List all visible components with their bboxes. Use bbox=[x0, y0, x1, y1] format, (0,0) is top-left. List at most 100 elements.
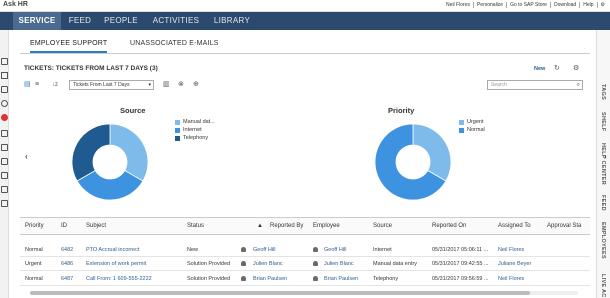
left-toolbar bbox=[0, 30, 9, 298]
tab-employee-support[interactable]: EMPLOYEE SUPPORT bbox=[30, 40, 108, 53]
legend-swatch bbox=[459, 127, 464, 133]
chart-prev-arrow[interactable]: ‹ bbox=[25, 152, 28, 161]
cell-status: Solution Provided bbox=[187, 276, 231, 282]
cell-assigned-to[interactable]: Neil Flores bbox=[498, 276, 524, 282]
donut-slice-urgent[interactable] bbox=[412, 123, 452, 182]
list-icon[interactable] bbox=[1, 130, 8, 137]
person-icon bbox=[313, 261, 321, 267]
sort-icon[interactable]: ↓z bbox=[52, 81, 58, 89]
ticket-icon[interactable] bbox=[1, 144, 8, 151]
report-icon[interactable] bbox=[1, 172, 8, 179]
cell-employee[interactable]: Geoff Hill bbox=[324, 247, 347, 253]
sub-tabs: EMPLOYEE SUPPORT UNASSOCIATED E-MAILS bbox=[20, 40, 590, 54]
chat-icon[interactable] bbox=[1, 58, 8, 65]
priority-donut-chart[interactable] bbox=[373, 122, 453, 202]
nav-tab-activities[interactable]: ACTIVITIES bbox=[148, 12, 204, 30]
sap-store-link[interactable]: Go to SAP Store bbox=[506, 2, 550, 8]
legend-label: Manual dat... bbox=[183, 119, 215, 125]
table-row[interactable]: Urgent 6486 Extension of work permit Sol… bbox=[20, 257, 590, 271]
clipboard-icon[interactable] bbox=[1, 158, 8, 165]
cell-id[interactable]: 6487 bbox=[61, 276, 73, 282]
cell-status: New bbox=[187, 247, 199, 253]
search-input[interactable]: Search ⌕ bbox=[487, 80, 583, 90]
list-view-icon[interactable]: ≡ bbox=[35, 81, 39, 89]
nav-tab-service[interactable]: SERVICE bbox=[13, 12, 61, 30]
settings-icon[interactable]: ⚙ bbox=[573, 65, 579, 73]
column-header-reported-on[interactable]: Reported On bbox=[432, 223, 466, 229]
column-header-employee[interactable]: Employee bbox=[313, 223, 340, 229]
user-name-link[interactable]: Neil Flores bbox=[443, 2, 473, 8]
legend-item: Internet bbox=[175, 126, 215, 134]
source-legend: Manual dat... Internet Telephony bbox=[175, 118, 215, 142]
home-icon[interactable] bbox=[1, 72, 8, 79]
zoom-icon[interactable]: ⊕ bbox=[193, 81, 199, 89]
personalize-link[interactable]: Personalize bbox=[472, 2, 506, 8]
right-tab-shelf[interactable]: SHELF bbox=[600, 112, 606, 132]
refresh-icon[interactable]: ↻ bbox=[554, 65, 560, 73]
cell-subject[interactable]: Call From: 1 609-555-2222 bbox=[86, 276, 152, 282]
cell-id[interactable]: 6486 bbox=[61, 261, 73, 267]
column-header-id[interactable]: ID bbox=[61, 223, 67, 229]
donut-slice-manual-dat[interactable] bbox=[109, 123, 149, 182]
table-row[interactable]: Normal 6487 Call From: 1 609-555-2222 So… bbox=[20, 272, 590, 286]
right-sidebar: TAGS SHELF HELP CENTER FEED EMPLOYEES LI… bbox=[596, 30, 610, 298]
right-tab-feed[interactable]: FEED bbox=[600, 195, 606, 211]
sort-ascending-icon[interactable]: ▲ bbox=[257, 223, 263, 229]
horizontal-scrollbar[interactable] bbox=[30, 291, 578, 295]
cell-reported-by[interactable]: Brian Paulsen bbox=[253, 276, 287, 282]
column-header-assigned-to[interactable]: Assigned To bbox=[498, 223, 531, 229]
cell-priority: Normal bbox=[25, 276, 43, 282]
tab-unassociated-emails[interactable]: UNASSOCIATED E-MAILS bbox=[130, 40, 219, 53]
legend-label: Telephony bbox=[183, 135, 209, 141]
cell-employee[interactable]: Julien Blanc bbox=[324, 261, 354, 267]
archive-icon[interactable] bbox=[1, 186, 8, 193]
new-ticket-link[interactable]: New bbox=[534, 66, 545, 72]
legend-label: Urgent bbox=[467, 119, 484, 125]
legend-label: Internet bbox=[183, 127, 202, 133]
column-header-reported-by[interactable]: Reported By bbox=[270, 223, 303, 229]
search-icon[interactable] bbox=[1, 100, 8, 107]
columns-icon[interactable]: ▥ bbox=[163, 81, 170, 89]
document-icon[interactable] bbox=[1, 200, 8, 207]
person-icon bbox=[313, 247, 321, 253]
search-icon[interactable]: ⌕ bbox=[577, 81, 580, 90]
alert-icon[interactable] bbox=[1, 114, 8, 121]
cell-id[interactable]: 6482 bbox=[61, 247, 73, 253]
column-header-source[interactable]: Source bbox=[373, 223, 392, 229]
nav-tab-library[interactable]: LIBRARY bbox=[210, 12, 254, 30]
top-bar: Ask HR Neil Flores Personalize Go to SAP… bbox=[0, 0, 610, 12]
cell-reported-by[interactable]: Geoff Hill bbox=[253, 247, 276, 253]
table-row[interactable]: Normal 6482 PTO Accrual incorrect New Ge… bbox=[20, 243, 590, 257]
column-header-status[interactable]: Status bbox=[187, 223, 204, 229]
cell-assigned-to[interactable]: Neil Flores bbox=[498, 247, 524, 253]
calendar-icon[interactable] bbox=[1, 86, 8, 93]
chart-view-icon[interactable]: ▤ bbox=[24, 81, 31, 89]
chart-next-arrow[interactable]: › bbox=[604, 152, 607, 161]
cell-source: Manual data entry bbox=[373, 261, 418, 267]
filter-select[interactable]: Tickets From Last 7 Days ▾ bbox=[69, 80, 154, 90]
filter-clear-icon[interactable]: ⊗ bbox=[178, 81, 184, 89]
source-donut-chart[interactable] bbox=[70, 122, 150, 202]
cell-assigned-to[interactable]: Juliane Beyer bbox=[498, 261, 531, 267]
column-header-priority[interactable]: Priority bbox=[25, 223, 44, 229]
right-tab-tags[interactable]: TAGS bbox=[600, 84, 606, 100]
column-header-subject[interactable]: Subject bbox=[86, 223, 106, 229]
cell-employee[interactable]: Brian Paulsen bbox=[324, 276, 358, 282]
cell-reported-on: 05/31/2017 05:06:11 ... bbox=[432, 247, 489, 253]
right-tab-live-activity[interactable]: LIVE AC bbox=[600, 274, 606, 298]
right-tab-employees[interactable]: EMPLOYEES bbox=[600, 222, 606, 259]
settings-icon[interactable]: ⚙ bbox=[596, 2, 608, 8]
right-tab-help-center[interactable]: HELP CENTER bbox=[600, 143, 606, 185]
cell-reported-by[interactable]: Julien Blanc bbox=[253, 261, 283, 267]
nav-tab-people[interactable]: PEOPLE bbox=[102, 12, 140, 30]
legend-item: Normal bbox=[459, 126, 485, 134]
cell-subject[interactable]: Extension of work permit bbox=[86, 261, 146, 267]
cell-subject[interactable]: PTO Accrual incorrect bbox=[86, 247, 139, 253]
help-link[interactable]: Help bbox=[579, 2, 596, 8]
nav-tab-feed[interactable]: FEED bbox=[65, 12, 95, 30]
scrollbar-thumb[interactable] bbox=[30, 291, 530, 295]
column-header-approval-status[interactable]: Approval Sta bbox=[547, 223, 581, 229]
donut-slice-telephony[interactable] bbox=[71, 123, 111, 182]
cell-priority: Urgent bbox=[25, 261, 42, 267]
download-link[interactable]: Download bbox=[549, 2, 579, 8]
